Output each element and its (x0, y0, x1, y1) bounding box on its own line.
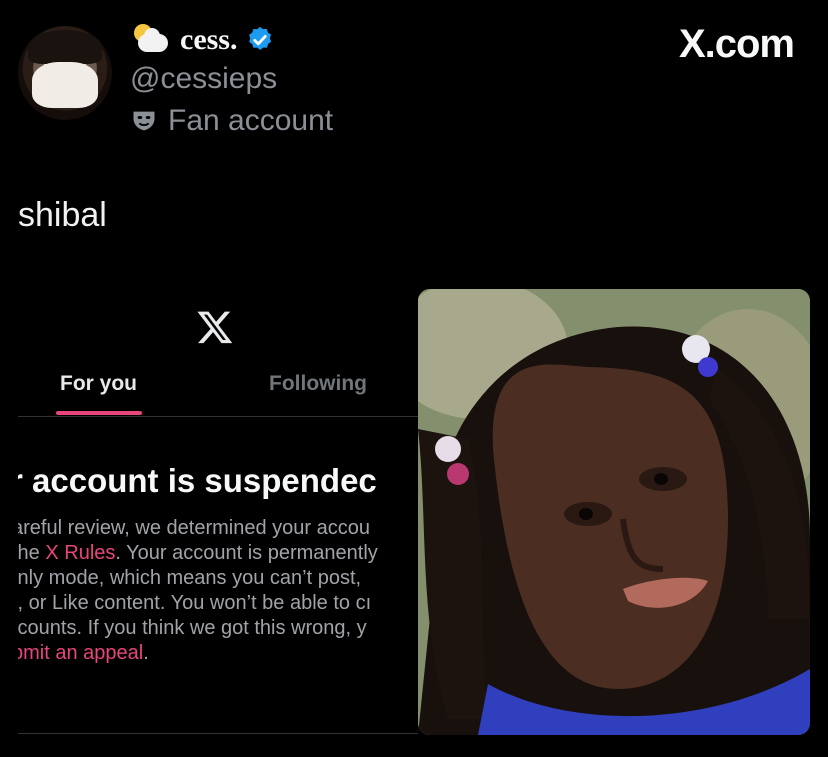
message-line: :counts. If you think we got this wrong,… (18, 617, 367, 639)
x-logo-icon[interactable] (196, 308, 234, 346)
avatar[interactable] (18, 26, 112, 120)
account-label: Fan account (168, 104, 334, 137)
x-rules-link[interactable]: X Rules (45, 542, 115, 564)
tweet-text: shibal (18, 196, 107, 234)
name-row: cess. (130, 20, 275, 60)
tab-for-you[interactable]: For you (60, 372, 137, 396)
message-line: t, or Like content. You won’t be able to… (18, 592, 372, 614)
tab-following[interactable]: Following (269, 372, 367, 396)
avatar-cloth (32, 62, 98, 108)
divider (18, 416, 418, 417)
sun-behind-cloud-icon (130, 22, 172, 58)
suspended-title: r account is suspendec (18, 462, 377, 499)
meme-photo[interactable] (418, 289, 810, 735)
account-label-row: Fan account (130, 104, 333, 138)
suspended-screenshot: For you Following r account is suspendec… (18, 290, 418, 735)
meme-photo-illustration (418, 289, 810, 735)
performing-arts-mask-icon (133, 111, 155, 131)
message-line: areful review, we determined your accou (18, 517, 370, 539)
active-tab-indicator (56, 411, 142, 415)
avatar-hair (28, 30, 102, 64)
display-name[interactable]: cess. (180, 23, 237, 57)
message-line: bmit an appeal. (18, 641, 378, 666)
appeal-link[interactable]: bmit an appeal (18, 642, 143, 664)
verified-badge-icon (249, 26, 272, 50)
divider (18, 733, 418, 734)
suspension-message: areful review, we determined your accou … (18, 516, 378, 666)
message-line: ınly mode, which means you can’t post, (18, 567, 362, 589)
x-com-watermark: X.com (678, 22, 795, 66)
handle[interactable]: @cessieps (130, 62, 277, 96)
message-line: the X Rules. Your account is permanently (18, 542, 378, 564)
